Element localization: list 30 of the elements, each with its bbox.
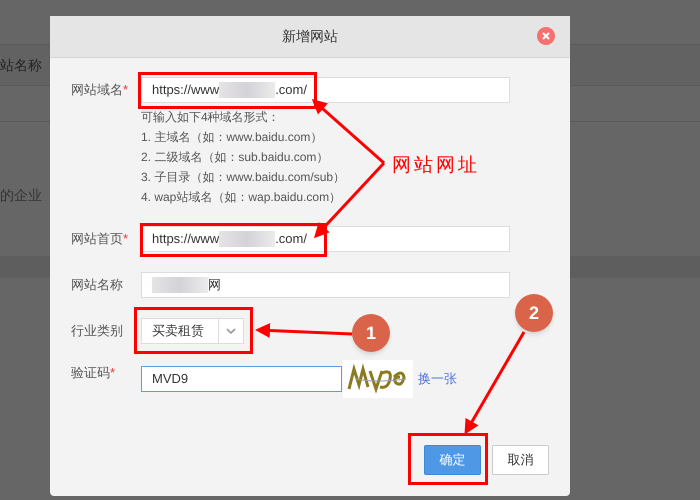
input-field[interactable]: MVD9 <box>141 366 342 392</box>
dropdown[interactable]: 买卖租赁 <box>141 318 244 344</box>
required-mark: * <box>110 364 116 382</box>
hint-text: 4. wap站域名（如：wap.baidu.com） <box>141 189 342 206</box>
input-value: https://www <box>152 230 220 248</box>
input-field[interactable]: https://www .com/ <box>141 77 510 103</box>
input-value: https://www <box>152 81 220 100</box>
field-label: 网站首页 <box>71 230 123 248</box>
input-field[interactable]: 网 <box>141 272 510 298</box>
field-label: 验证码 <box>71 364 110 382</box>
field-label: 网站名称 <box>71 276 123 294</box>
annotation-label: 网站网址 <box>392 153 480 178</box>
refresh-captcha-link[interactable]: 换一张 <box>418 369 457 389</box>
dropdown-value: 买卖租赁 <box>151 322 205 340</box>
hint-text: 3. 子目录（如：www.baidu.com/sub） <box>141 169 346 186</box>
input-field[interactable]: https://www .com/ <box>141 226 510 252</box>
field-label: 网站域名 <box>71 81 123 99</box>
required-mark: * <box>123 230 128 248</box>
input-value: MVD9 <box>152 370 188 388</box>
hint-text: 1. 主域名（如：www.baidu.com） <box>141 129 322 146</box>
required-mark: * <box>123 81 128 99</box>
input-value: .com/ <box>275 230 307 248</box>
input-value: .com/ <box>275 81 307 100</box>
input-value: 网 <box>208 276 221 294</box>
field-label: 行业类别 <box>71 322 123 340</box>
column-header: 站名称 <box>0 56 42 75</box>
cancel-button[interactable]: 取消 <box>492 445 549 475</box>
hint-text: 2. 二级域名（如：sub.baidu.com） <box>141 149 328 166</box>
dialog-title: 新增网站 <box>282 27 338 46</box>
hint-text: 可输入如下4种域名形式： <box>141 109 280 126</box>
